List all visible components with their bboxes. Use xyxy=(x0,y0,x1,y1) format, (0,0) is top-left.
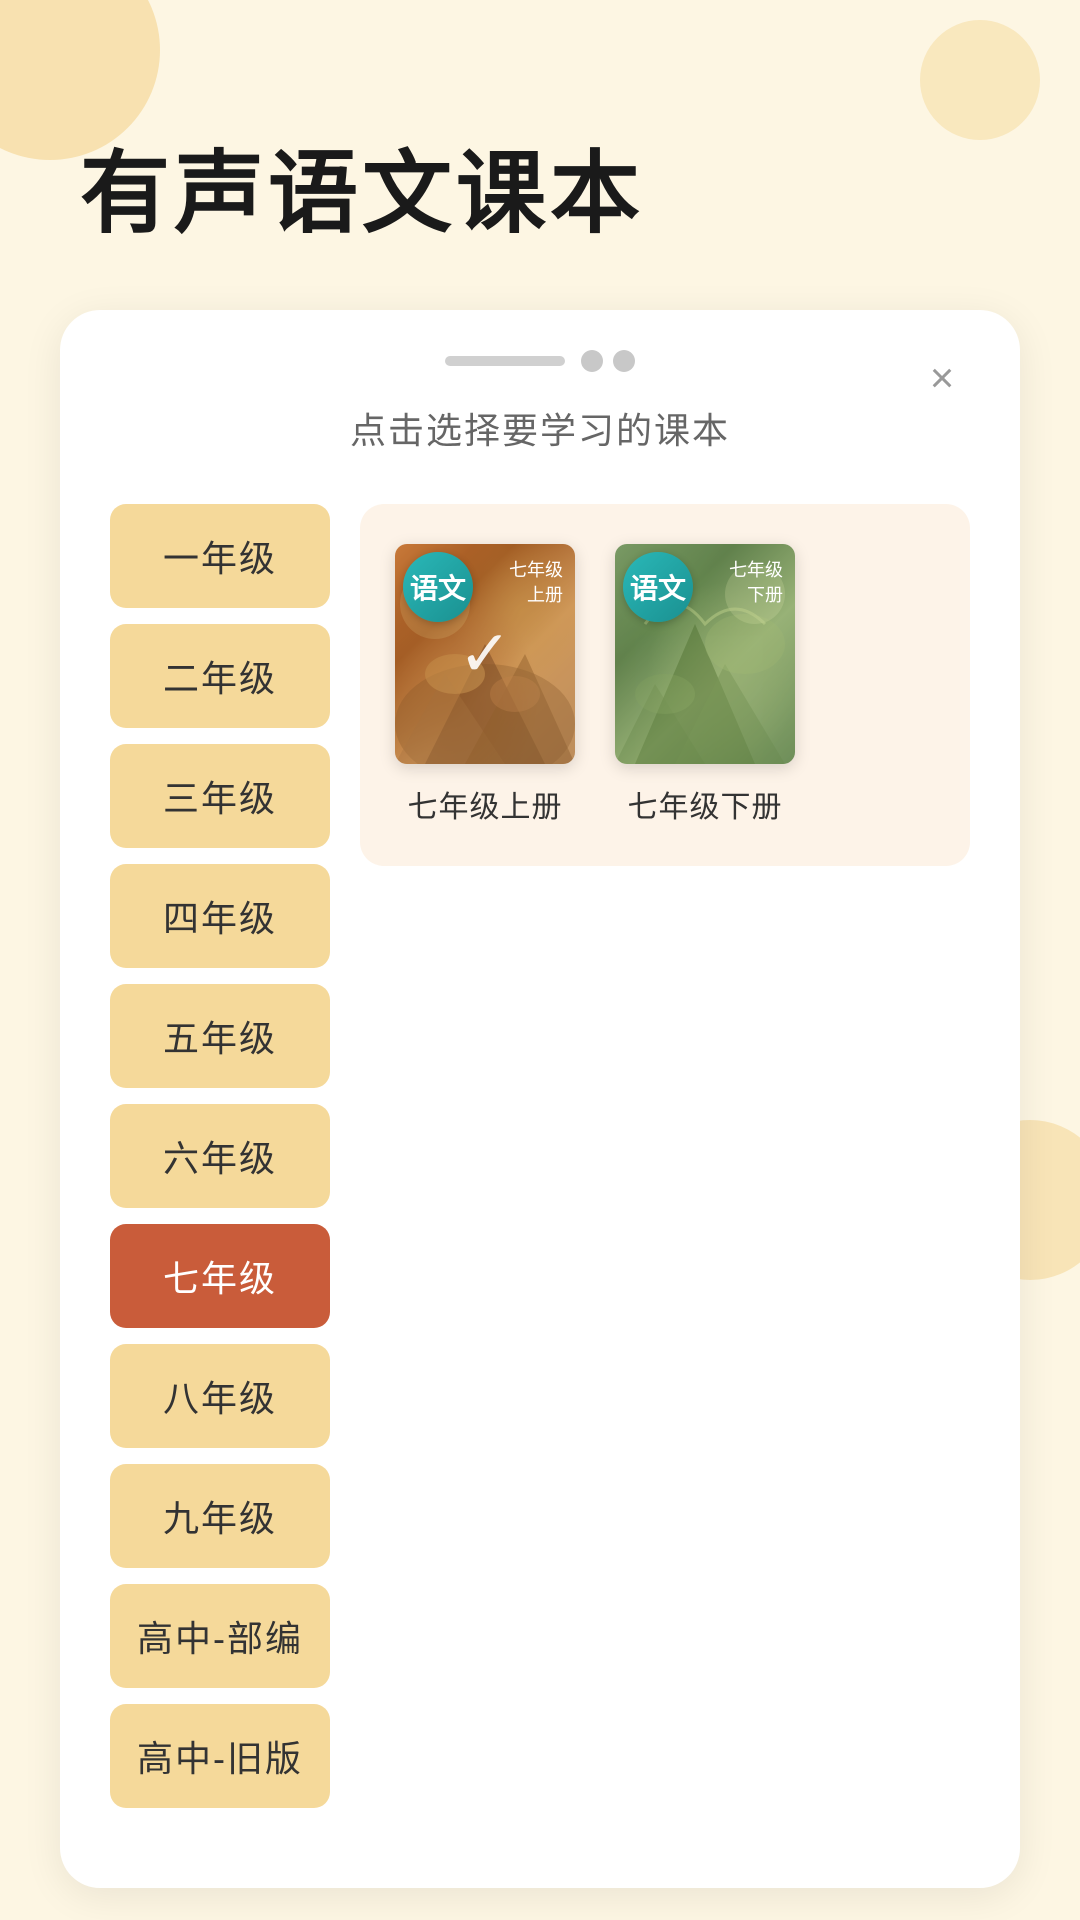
book-title-book2: 七年级下册 xyxy=(628,782,783,826)
content-area: 一年级二年级三年级四年级五年级六年级七年级八年级九年级高中-部编高中-旧版 语文… xyxy=(110,504,970,1808)
book-checkmark-book1: ✓ xyxy=(458,617,512,692)
grade-list: 一年级二年级三年级四年级五年级六年级七年级八年级九年级高中-部编高中-旧版 xyxy=(110,504,330,1808)
book-cover-book1: 语文七年级 上册 ✓ xyxy=(395,544,575,764)
book-panel: 语文七年级 上册✓七年级上册 语文七年级 下册七年级下册 xyxy=(360,504,970,866)
grade-item-grade7[interactable]: 七年级 xyxy=(110,1224,330,1328)
grade-item-grade3[interactable]: 三年级 xyxy=(110,744,330,848)
modal-card: × 点击选择要学习的课本 一年级二年级三年级四年级五年级六年级七年级八年级九年级… xyxy=(60,310,1020,1888)
book-item-book2[interactable]: 语文七年级 下册七年级下册 xyxy=(610,544,800,826)
book-item-book1[interactable]: 语文七年级 上册 ✓ 七年级上册 xyxy=(390,544,580,826)
book-badge-book1: 语文 xyxy=(403,552,473,622)
book-cover-book2: 语文七年级 下册 xyxy=(615,544,795,764)
grade-item-grade-high1[interactable]: 高中-部编 xyxy=(110,1584,330,1688)
dot-2 xyxy=(613,350,635,372)
grade-item-grade9[interactable]: 九年级 xyxy=(110,1464,330,1568)
book-title-book1: 七年级上册 xyxy=(408,782,563,826)
grade-item-grade6[interactable]: 六年级 xyxy=(110,1104,330,1208)
grade-item-grade8[interactable]: 八年级 xyxy=(110,1344,330,1448)
drag-handle-row xyxy=(110,350,970,372)
modal-subtitle: 点击选择要学习的课本 xyxy=(110,402,970,454)
dot-row xyxy=(581,350,635,372)
page-title: 有声语文课本 xyxy=(0,0,1080,310)
grade-item-grade-high2[interactable]: 高中-旧版 xyxy=(110,1704,330,1808)
grade-item-grade4[interactable]: 四年级 xyxy=(110,864,330,968)
grade-item-grade2[interactable]: 二年级 xyxy=(110,624,330,728)
book-badge-book2: 语文 xyxy=(623,552,693,622)
book-grade-label-book2: 七年级 下册 xyxy=(729,558,783,608)
drag-handle xyxy=(445,356,565,366)
dot-1 xyxy=(581,350,603,372)
close-button[interactable]: × xyxy=(914,350,970,406)
grade-item-grade5[interactable]: 五年级 xyxy=(110,984,330,1088)
book-grade-label-book1: 七年级 上册 xyxy=(509,558,563,608)
grade-item-grade1[interactable]: 一年级 xyxy=(110,504,330,608)
